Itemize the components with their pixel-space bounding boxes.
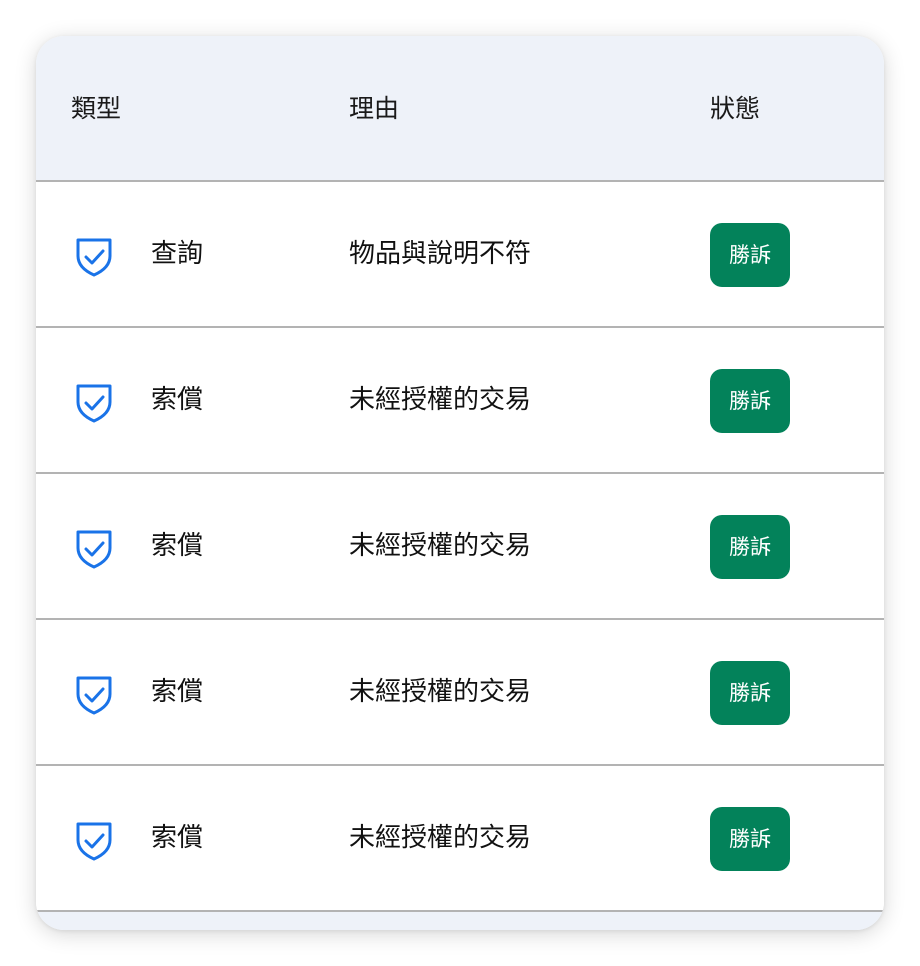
table-row[interactable]: 索償 未經授權的交易 勝訴: [36, 766, 884, 912]
row-type: 索償: [151, 531, 204, 561]
table-row[interactable]: 索償 未經授權的交易 勝訴: [36, 474, 884, 620]
table-footer: [36, 912, 884, 930]
status-badge: 勝訴: [710, 515, 790, 579]
status-badge: 勝訴: [710, 369, 790, 433]
row-reason: 未經授權的交易: [349, 823, 532, 853]
column-header-status: 狀態: [710, 94, 761, 123]
table-row[interactable]: 索償 未經授權的交易 勝訴: [36, 328, 884, 474]
row-type: 索償: [151, 677, 204, 707]
shield-check-icon: [75, 527, 113, 569]
disputes-table-card: 類型 理由 狀態 查詢 物品與說明不符 勝訴 索償 未經授權的交易 勝訴 索償 …: [36, 36, 884, 930]
row-reason: 未經授權的交易: [349, 531, 532, 561]
row-type: 查詢: [151, 239, 204, 269]
row-reason: 物品與說明不符: [349, 239, 532, 269]
status-badge: 勝訴: [710, 807, 790, 871]
shield-check-icon: [75, 381, 113, 423]
status-badge: 勝訴: [710, 223, 790, 287]
shield-check-icon: [75, 819, 113, 861]
table-header: 類型 理由 狀態: [36, 36, 884, 182]
column-header-type: 類型: [71, 94, 122, 123]
status-badge: 勝訴: [710, 661, 790, 725]
table-row[interactable]: 查詢 物品與說明不符 勝訴: [36, 182, 884, 328]
column-header-reason: 理由: [349, 94, 400, 123]
row-reason: 未經授權的交易: [349, 385, 532, 415]
row-type: 索償: [151, 823, 204, 853]
shield-check-icon: [75, 673, 113, 715]
shield-check-icon: [75, 235, 113, 277]
table-row[interactable]: 索償 未經授權的交易 勝訴: [36, 620, 884, 766]
row-type: 索償: [151, 385, 204, 415]
row-reason: 未經授權的交易: [349, 677, 532, 707]
